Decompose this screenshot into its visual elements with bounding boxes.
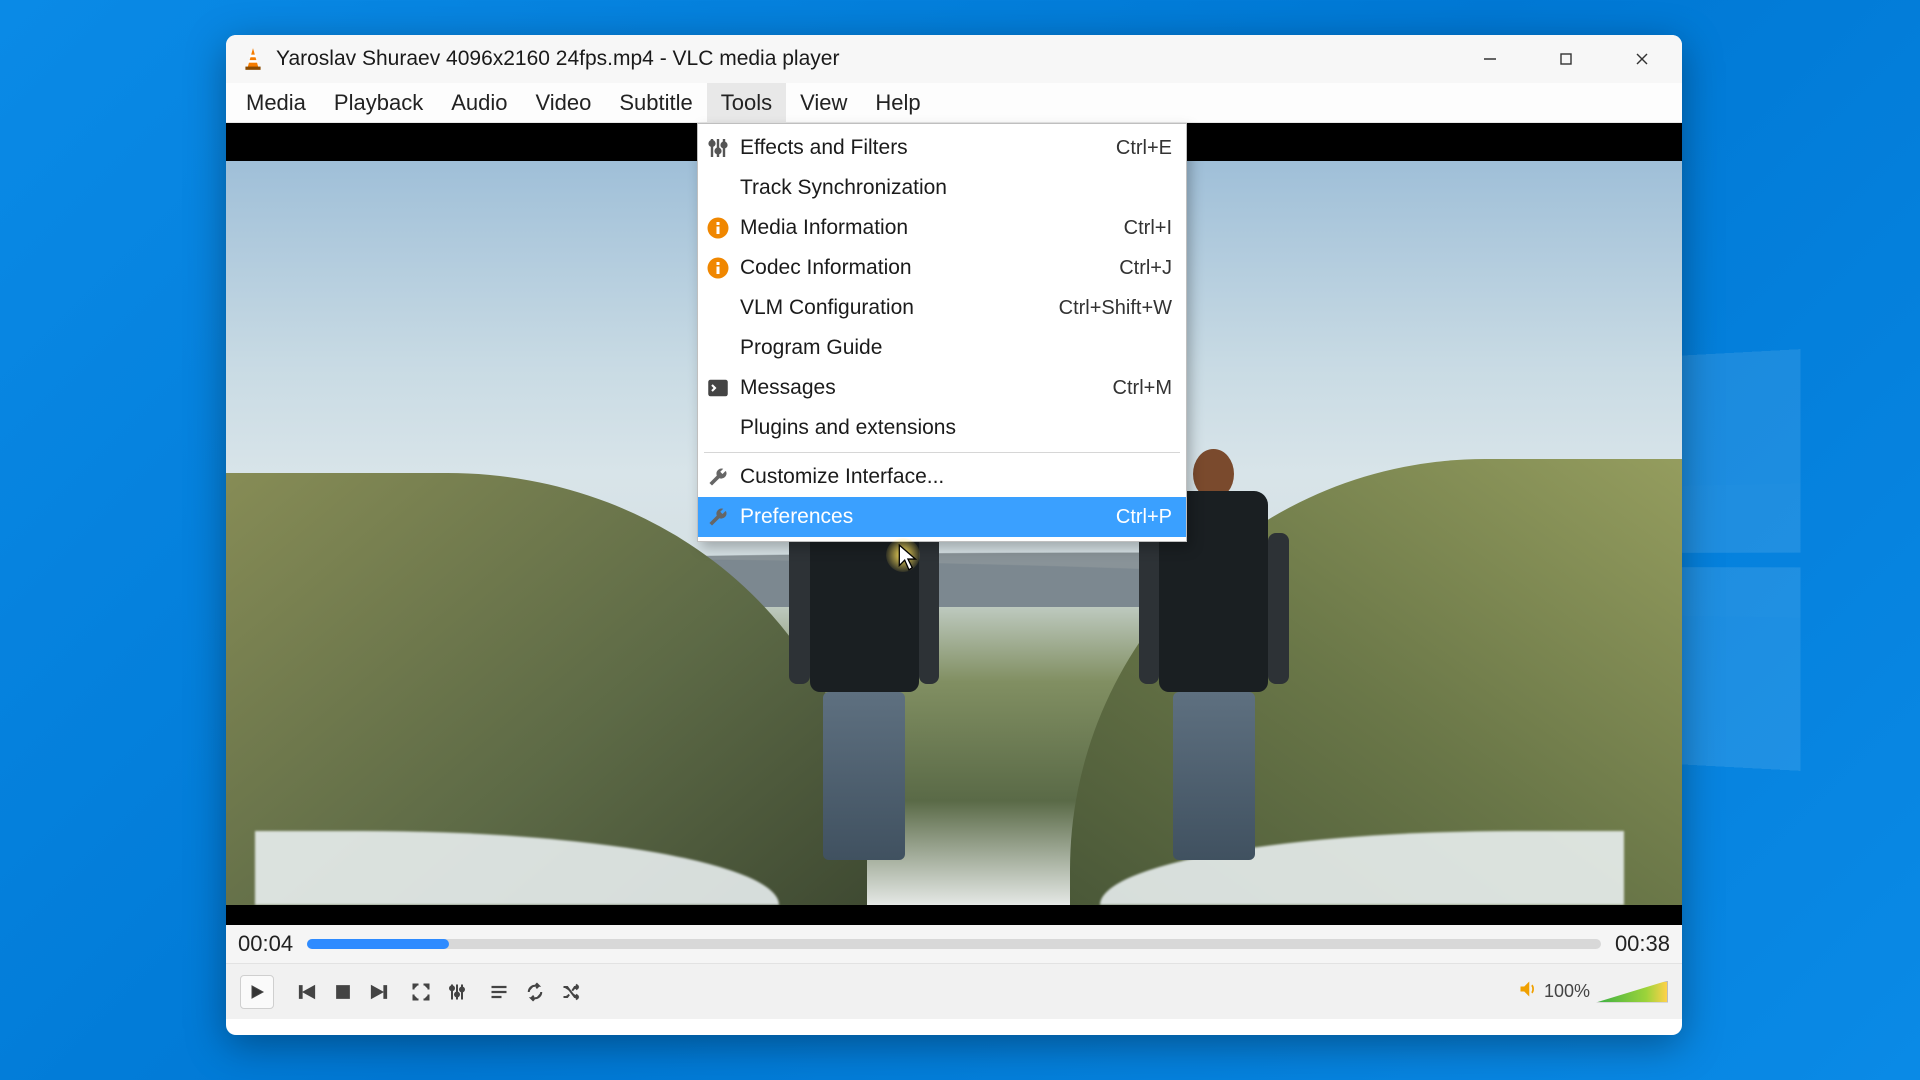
menu-playback[interactable]: Playback [320,83,437,122]
close-button[interactable] [1622,39,1662,79]
volume-control[interactable]: 100% [1518,979,1668,1004]
volume-slider[interactable] [1596,981,1668,1003]
tools-menu-messages[interactable]: Messages Ctrl+M [698,368,1186,408]
titlebar[interactable]: Yaroslav Shuraev 4096x2160 24fps.mp4 - V… [226,35,1682,83]
menu-item-shortcut: Ctrl+P [1116,506,1172,529]
menu-item-shortcut: Ctrl+E [1116,137,1172,160]
menu-item-label: Program Guide [740,336,1172,360]
menu-item-label: VLM Configuration [740,296,1049,320]
tools-menu-customize-interface[interactable]: Customize Interface... [698,457,1186,497]
stop-button[interactable] [328,977,358,1007]
fullscreen-button[interactable] [406,977,436,1007]
tools-menu-plugins-and-extensions[interactable]: Plugins and extensions [698,408,1186,448]
menu-item-label: Plugins and extensions [740,416,1172,440]
tools-menu-vlm-configuration[interactable]: VLM Configuration Ctrl+Shift+W [698,288,1186,328]
controls-bar: 100% [226,963,1682,1019]
wrench-icon [706,505,730,529]
time-total: 00:38 [1615,931,1670,957]
menu-item-shortcut: Ctrl+J [1119,257,1172,280]
menu-item-label: Track Synchronization [740,176,1172,200]
previous-button[interactable] [292,977,322,1007]
tools-menu-codec-information[interactable]: Codec Information Ctrl+J [698,248,1186,288]
menu-view[interactable]: View [786,83,861,122]
shuffle-button[interactable] [556,977,586,1007]
tools-menu-effects-and-filters[interactable]: Effects and Filters Ctrl+E [698,128,1186,168]
minimize-button[interactable] [1470,39,1510,79]
info-icon [706,256,730,280]
play-button[interactable] [240,975,274,1009]
menu-item-label: Preferences [740,505,1106,529]
next-button[interactable] [364,977,394,1007]
info-icon [706,216,730,240]
time-elapsed: 00:04 [238,931,293,957]
menu-help[interactable]: Help [861,83,934,122]
wrench-icon [706,465,730,489]
tools-menu-program-guide[interactable]: Program Guide [698,328,1186,368]
terminal-icon [706,376,730,400]
seek-track[interactable] [307,939,1601,949]
seekbar: 00:04 00:38 [226,925,1682,963]
tools-dropdown: Effects and Filters Ctrl+E Track Synchroni… [697,123,1187,542]
menu-item-label: Media Information [740,216,1114,240]
seek-progress [307,939,449,949]
menubar: MediaPlaybackAudioVideoSubtitleToolsView… [226,83,1682,123]
tools-menu-media-information[interactable]: Media Information Ctrl+I [698,208,1186,248]
blank-icon [706,336,730,360]
volume-label: 100% [1544,981,1590,1002]
menu-item-label: Messages [740,376,1103,400]
loop-button[interactable] [520,977,550,1007]
tools-menu-track-synchronization[interactable]: Track Synchronization [698,168,1186,208]
speaker-icon [1518,979,1538,1004]
menu-item-label: Customize Interface... [740,465,1172,489]
vlc-window: Yaroslav Shuraev 4096x2160 24fps.mp4 - V… [226,35,1682,1035]
window-title: Yaroslav Shuraev 4096x2160 24fps.mp4 - V… [276,47,1470,71]
tools-menu-preferences[interactable]: Preferences Ctrl+P [698,497,1186,537]
menu-audio[interactable]: Audio [437,83,521,122]
menu-media[interactable]: Media [232,83,320,122]
blank-icon [706,416,730,440]
mouse-cursor [898,544,926,572]
menu-item-label: Effects and Filters [740,136,1106,160]
extended-settings-button[interactable] [442,977,472,1007]
menu-item-label: Codec Information [740,256,1109,280]
vlc-cone-icon [240,46,266,72]
menu-tools[interactable]: Tools [707,83,786,122]
sliders-icon [706,136,730,160]
playlist-button[interactable] [484,977,514,1007]
menu-item-shortcut: Ctrl+Shift+W [1059,297,1172,320]
blank-icon [706,176,730,200]
menu-video[interactable]: Video [521,83,605,122]
menu-subtitle[interactable]: Subtitle [605,83,706,122]
maximize-button[interactable] [1546,39,1586,79]
menu-item-shortcut: Ctrl+M [1113,377,1172,400]
menu-item-shortcut: Ctrl+I [1124,217,1172,240]
blank-icon [706,296,730,320]
